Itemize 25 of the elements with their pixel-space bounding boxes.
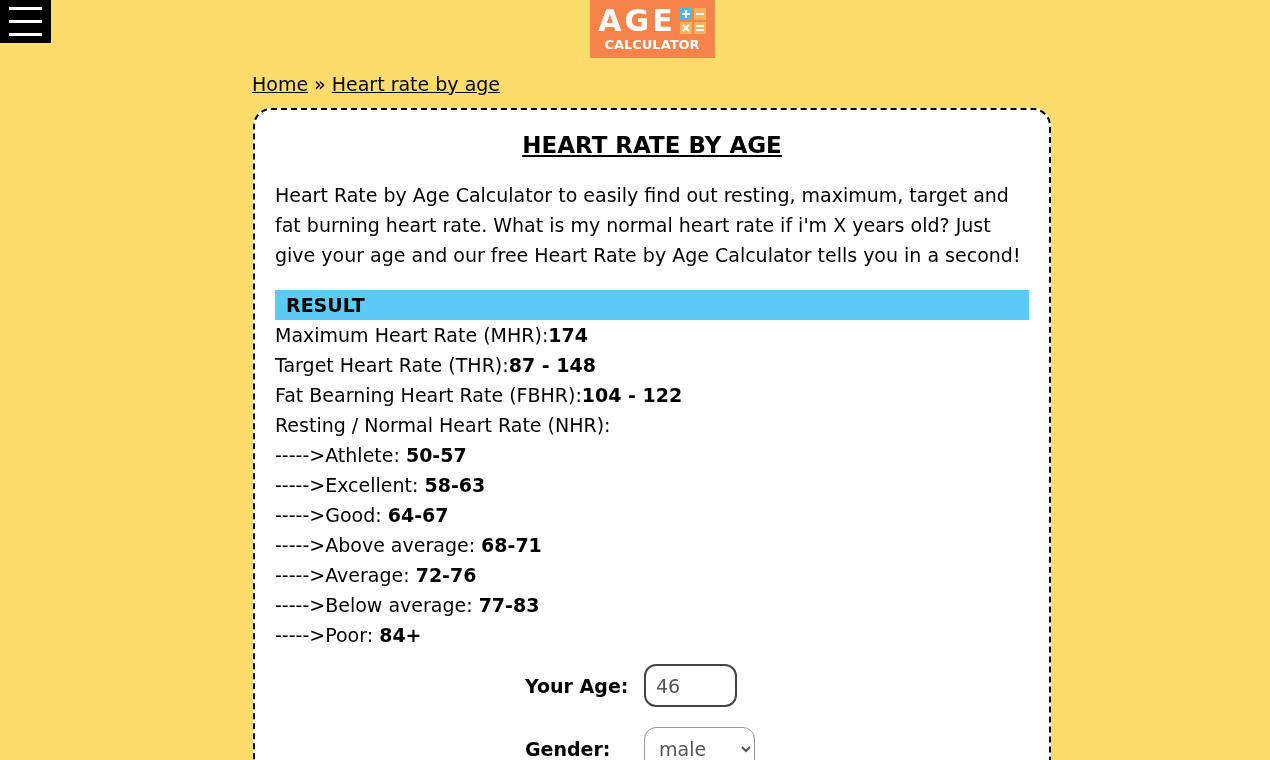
- age-field[interactable]: 46: [644, 664, 737, 707]
- field-label: Your Age:: [525, 674, 630, 697]
- math-symbols-icon: [679, 8, 706, 34]
- result-line: ----->Good: 64-67: [275, 503, 450, 528]
- intro-paragraph: Heart Rate by Age Calculator to easily find out resting, maximum, target and fat burning heart rate. What is my normal heart rate if i'm X years old? Just give your age and our free Heart Rate by Age Calculator tells you in a second!: [275, 183, 1022, 268]
- result-line: ----->Excellent: 58-63: [275, 473, 487, 498]
- menu-button[interactable]: [0, 0, 51, 43]
- result-line: ----->Athlete: 50-57: [275, 443, 468, 468]
- breadcrumb-link[interactable]: Home: [252, 70, 309, 104]
- breadcrumb-link[interactable]: Heart rate by age: [331, 70, 501, 104]
- field-label: Gender:: [525, 738, 612, 760]
- result-heading: RESULT: [275, 290, 1029, 320]
- result-line: Resting / Normal Heart Rate (NHR):: [275, 413, 612, 438]
- result-line: ----->Average: 72-76: [275, 563, 478, 588]
- logo-text: AGE: [598, 6, 676, 36]
- page-title: HEART RATE BY AGE: [521, 131, 783, 160]
- result-line: Target Heart Rate (THR):87 - 148: [275, 353, 597, 378]
- breadcrumb-separator: »: [314, 72, 326, 97]
- logo-text: CALCULATOR: [604, 37, 700, 53]
- result-line: ----->Below average: 77-83: [275, 593, 541, 618]
- result-line: ----->Above average: 68-71: [275, 533, 543, 558]
- result-line: Maximum Heart Rate (MHR):174: [275, 323, 589, 348]
- result-line: ----->Poor: 84+: [275, 623, 423, 648]
- result-line: Fat Bearning Heart Rate (FBHR):104 - 122: [275, 383, 684, 408]
- gender-dropdown[interactable]: male: [644, 727, 755, 760]
